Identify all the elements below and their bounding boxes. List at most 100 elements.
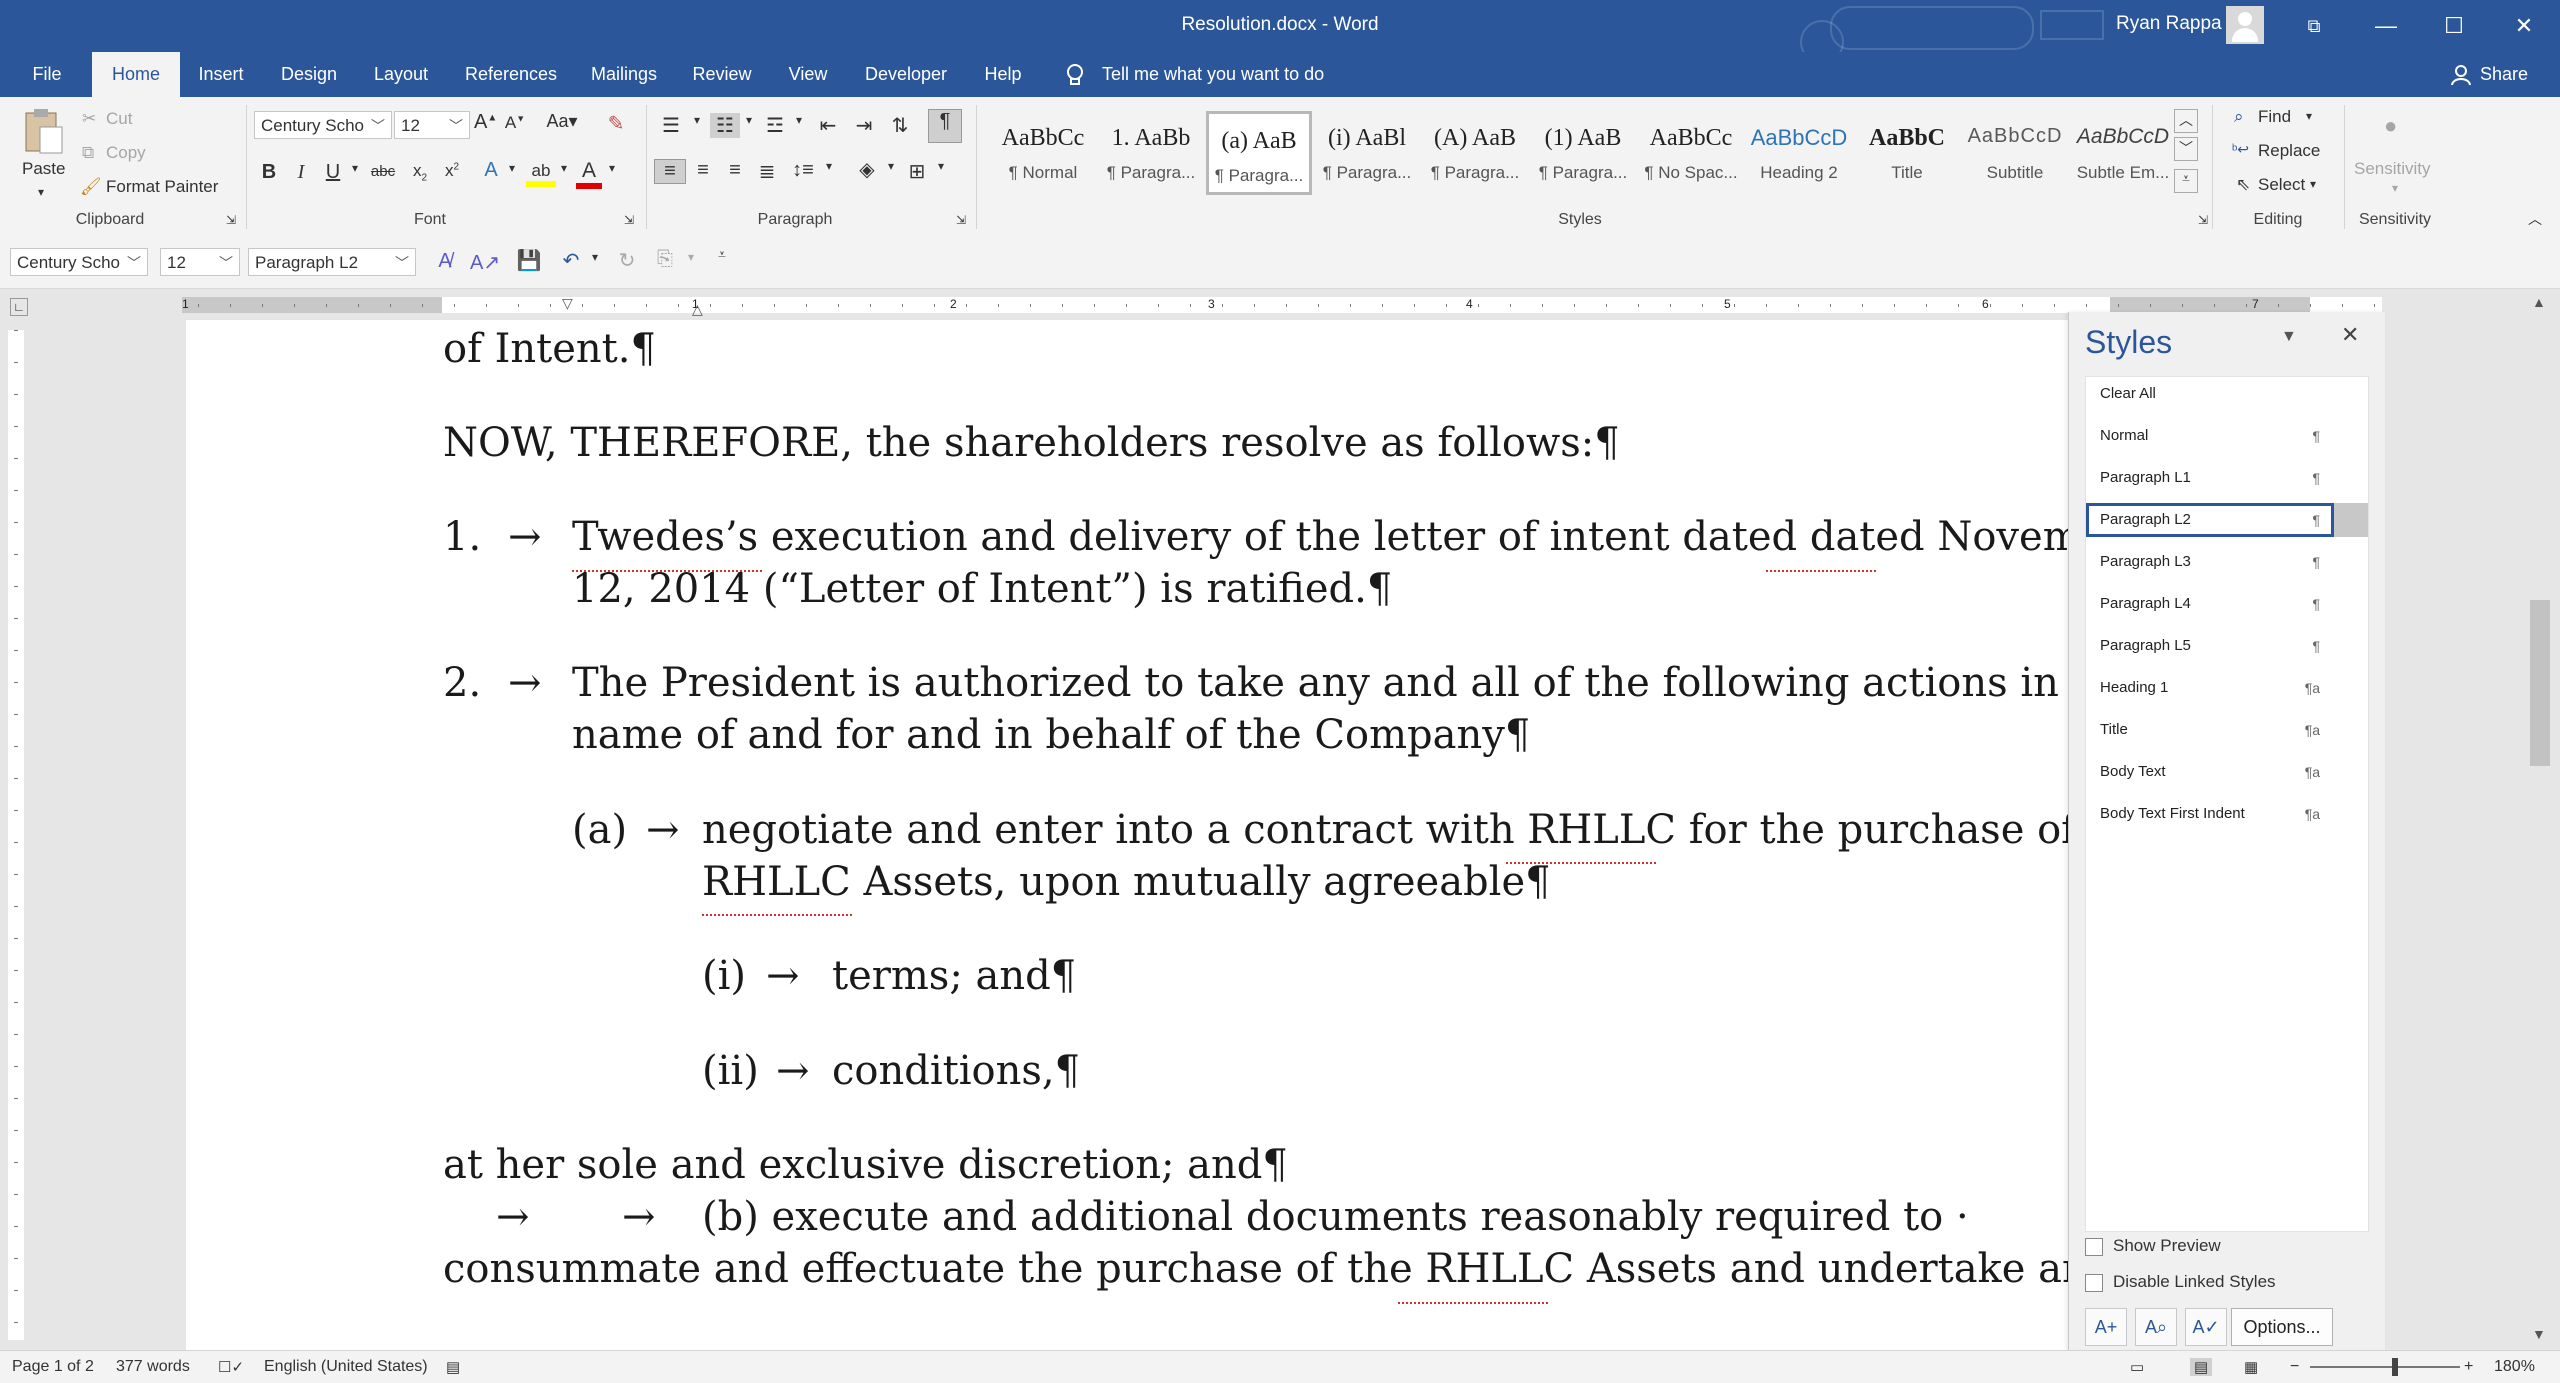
highlight-color-icon[interactable]: ab [526,161,556,191]
disable-linked-styles-checkbox[interactable] [2085,1274,2103,1292]
options-button[interactable]: Options... [2231,1308,2333,1346]
manage-styles-icon[interactable]: A✓ [2185,1308,2227,1346]
format-painter-button[interactable]: Format Painter [106,177,218,197]
find-dropdown-icon[interactable]: ▾ [2306,109,2312,123]
zoom-level[interactable]: 180% [2494,1358,2535,1376]
qat-style-combo[interactable]: Paragraph L2 ﹀ [248,248,416,276]
style-gallery-item[interactable]: AaBbCcD Subtle Em... [2070,111,2176,195]
paste-button[interactable]: Paste [22,159,65,179]
document-page[interactable]: of Intent.¶ NOW, THEREFORE, the sharehol… [186,320,2076,1350]
pane-options-icon[interactable]: ▼ [2281,328,2297,346]
style-gallery-item[interactable]: AaBbCcD Subtitle [1962,111,2068,195]
style-gallery-item[interactable]: AaBbCcD Heading 2 [1746,111,1852,195]
line-spacing-icon[interactable]: ↕≡ [788,159,818,182]
select-dropdown-icon[interactable]: ▾ [2310,177,2316,191]
read-mode-icon[interactable]: ▭ [2130,1358,2144,1376]
undo-icon[interactable]: ↶ [558,248,584,273]
multilevel-dropdown-icon[interactable]: ▾ [792,113,806,127]
new-style-icon[interactable]: A+ [2085,1308,2127,1346]
scroll-up-icon[interactable]: ▲ [2532,294,2546,310]
style-item-dropdown[interactable] [2334,503,2368,537]
first-line-indent-marker[interactable]: ▽ [562,295,573,312]
tab-home[interactable]: Home [92,52,180,97]
page-count[interactable]: Page 1 of 2 [12,1358,94,1376]
zoom-out-icon[interactable]: − [2290,1358,2299,1376]
highlight-dropdown-icon[interactable]: ▾ [558,161,570,175]
tab-design[interactable]: Design [270,52,348,97]
close-pane-icon[interactable]: ✕ [2341,322,2359,348]
scroll-down-icon[interactable]: ▼ [2532,1326,2546,1342]
strikethrough-icon[interactable]: abc [368,163,398,180]
zoom-in-icon[interactable]: + [2464,1358,2473,1376]
text-effects-icon[interactable]: A [478,159,504,182]
style-item-paragraph-l5[interactable]: Paragraph L5 ¶ [2086,629,2334,663]
font-launcher-icon[interactable]: ⇲ [624,213,634,227]
style-item-paragraph-l2[interactable]: Paragraph L2 ¶ [2086,503,2334,537]
numbering-dropdown-icon[interactable]: ▾ [742,113,756,127]
align-right-icon[interactable]: ≡ [720,159,750,182]
style-gallery-item[interactable]: AaBbC Title [1854,111,1960,195]
show-formatting-marks-icon[interactable]: ¶ [928,109,962,143]
style-gallery-item[interactable]: (A) AaB ¶ Paragra... [1422,111,1528,195]
find-icon[interactable]: ⌕ [2234,107,2244,127]
qat-size-combo[interactable]: 12 ﹀ [160,248,240,276]
tab-selector-icon[interactable]: ∟ [10,298,28,316]
find-button[interactable]: Find [2258,107,2291,127]
tab-help[interactable]: Help [972,52,1034,97]
italic-icon[interactable]: I [290,161,312,184]
increase-indent-icon[interactable]: ⇥ [850,113,878,138]
styles-launcher-icon[interactable]: ⇲ [2198,213,2208,227]
redo-icon[interactable]: ↻ [614,248,640,273]
paste-icon[interactable] [22,107,66,155]
replace-button[interactable]: Replace [2258,141,2320,161]
style-item-body-text-first-indent[interactable]: Body Text First Indent ¶a [2086,797,2334,831]
align-left-icon[interactable]: ≡ [654,159,686,184]
shading-icon[interactable]: ◈ [852,157,882,182]
style-item-body-text[interactable]: Body Text ¶a [2086,755,2334,789]
undo-dropdown-icon[interactable]: ▾ [588,250,602,264]
share-button[interactable]: Share [2480,52,2528,97]
grow-font-icon[interactable]: A▲ [474,111,497,134]
font-color-dropdown-icon[interactable]: ▾ [606,161,618,175]
superscript-icon[interactable]: x2 [440,161,464,181]
copy-icon[interactable]: ⧉ [82,143,94,163]
justify-icon[interactable]: ≣ [752,159,782,184]
tab-review[interactable]: Review [686,52,758,97]
copy-button[interactable]: Copy [106,143,146,163]
style-item-title[interactable]: Title ¶a [2086,713,2334,747]
ribbon-display-icon[interactable]: ⧉ [2294,8,2334,44]
sensitivity-icon[interactable]: ● [2384,113,2397,139]
style-item-paragraph-l3[interactable]: Paragraph L3 ¶ [2086,545,2334,579]
tab-view[interactable]: View [778,52,838,97]
style-gallery-item[interactable]: (1) AaB ¶ Paragra... [1530,111,1636,195]
collapse-ribbon-icon[interactable]: ︿ [2528,209,2542,229]
decrease-indent-icon[interactable]: ⇤ [814,113,842,138]
style-item-paragraph-l1[interactable]: Paragraph L1 ¶ [2086,461,2334,495]
vertical-ruler[interactable] [8,330,24,1340]
style-gallery-item[interactable]: AaBbCc ¶ No Spac... [1638,111,1744,195]
user-name[interactable]: Ryan Rappa [2116,13,2222,35]
apply-styles-icon[interactable]: A̸ [432,250,458,273]
underline-dropdown-icon[interactable]: ▾ [348,161,362,175]
multilevel-list-icon[interactable]: ☲ [760,113,790,138]
borders-icon[interactable]: ⊞ [902,159,932,184]
quick-print-icon[interactable]: ⎘ [652,248,678,271]
sort-icon[interactable]: ⇅ [886,113,914,138]
style-gallery-item[interactable]: (i) AaBl ¶ Paragra... [1314,111,1420,195]
language[interactable]: English (United States) [264,1358,428,1376]
word-count[interactable]: 377 words [116,1358,190,1376]
print-layout-icon[interactable]: ▤ [2190,1358,2213,1376]
align-center-icon[interactable]: ≡ [688,159,718,182]
cut-button[interactable]: Cut [106,109,132,129]
format-painter-icon[interactable]: 🖌 [80,177,102,197]
font-name-combo[interactable]: Century Scho ﹀ [254,111,392,139]
tab-file[interactable]: File [20,52,74,97]
share-person-icon[interactable] [2450,64,2472,86]
style-clear-all[interactable]: Clear All [2086,377,2334,411]
style-inspector-icon[interactable]: A⌕ [2135,1308,2177,1346]
bold-icon[interactable]: B [258,161,280,184]
hanging-indent-marker[interactable]: △ [692,301,703,318]
show-preview-checkbox[interactable] [2085,1238,2103,1256]
scroll-thumb[interactable] [2530,600,2550,766]
sensitivity-dropdown-icon[interactable]: ▾ [2392,181,2398,195]
